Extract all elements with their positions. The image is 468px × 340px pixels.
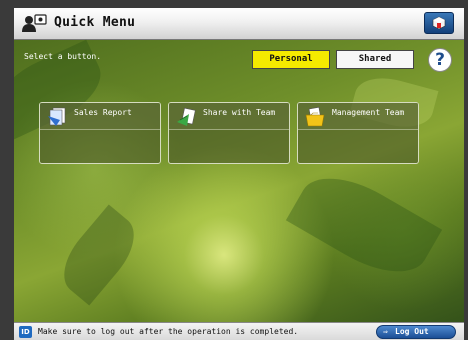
background-leaf bbox=[50, 204, 148, 306]
users-icon bbox=[22, 14, 47, 32]
send-document-icon bbox=[177, 107, 196, 126]
folder-documents-icon bbox=[305, 106, 325, 127]
settings-button[interactable] bbox=[424, 12, 454, 34]
settings-box-icon bbox=[432, 16, 446, 30]
quick-button-management-team[interactable]: Management Team bbox=[297, 102, 419, 164]
logout-arrow-icon: ⇒ bbox=[383, 327, 388, 336]
quick-menu-screen: Quick Menu Select a button. Personal Sha… bbox=[14, 8, 464, 340]
tab-shared[interactable]: Shared bbox=[336, 50, 414, 69]
document-stack-icon bbox=[48, 107, 66, 126]
logout-label: Log Out bbox=[395, 327, 429, 336]
quick-button-label: Management Team bbox=[332, 108, 405, 117]
title-bar: Quick Menu bbox=[14, 8, 464, 40]
quick-button-label: Sales Report bbox=[74, 108, 132, 117]
quick-button-share-with-team[interactable]: Share with Team bbox=[168, 102, 290, 164]
help-button[interactable]: ? bbox=[428, 48, 452, 72]
quick-button-label: Share with Team bbox=[203, 108, 276, 117]
tab-personal[interactable]: Personal bbox=[252, 50, 330, 69]
main-content: Select a button. Personal Shared ? Sales… bbox=[14, 39, 464, 322]
background-leaf bbox=[285, 159, 443, 291]
id-icon: ID bbox=[19, 326, 32, 338]
status-bar: ID Make sure to log out after the operat… bbox=[14, 322, 464, 340]
instruction-text: Select a button. bbox=[24, 52, 102, 61]
quick-button-sales-report[interactable]: Sales Report bbox=[39, 102, 161, 164]
logout-button[interactable]: ⇒ Log Out bbox=[376, 325, 456, 339]
page-title: Quick Menu bbox=[54, 15, 136, 30]
status-message: Make sure to log out after the operation… bbox=[38, 327, 299, 336]
